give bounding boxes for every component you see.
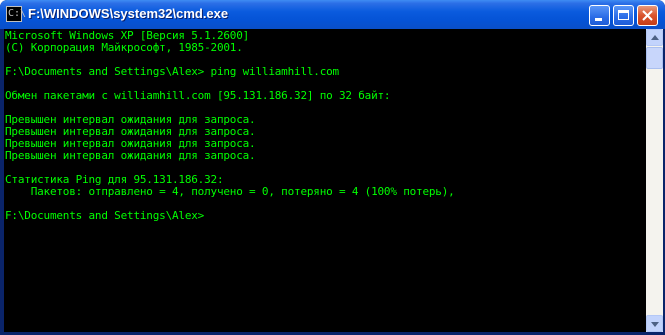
close-icon: [642, 10, 653, 21]
console-frame: Microsoft Windows XP [Версия 5.1.2600] (…: [3, 29, 663, 332]
cmd-window: C:\ F:\WINDOWS\system32\cmd.exe Microsof…: [0, 0, 665, 335]
maximize-icon: [618, 10, 629, 20]
minimize-button[interactable]: [589, 5, 610, 26]
cmd-icon-glyph: C:\: [8, 8, 27, 19]
maximize-button[interactable]: [613, 5, 634, 26]
console-line: F:\Documents and Settings\Alex> ping wil…: [5, 65, 339, 78]
window-title: F:\WINDOWS\system32\cmd.exe: [28, 6, 229, 21]
arrow-up-icon: [651, 35, 659, 40]
console-output[interactable]: Microsoft Windows XP [Версия 5.1.2600] (…: [4, 29, 645, 332]
scroll-up-button[interactable]: [646, 29, 663, 46]
console-line: Превышен интервал ожидания для запроса.: [5, 149, 256, 162]
close-button[interactable]: [637, 5, 658, 26]
scrollbar-thumb[interactable]: [646, 47, 663, 69]
arrow-down-icon: [651, 322, 659, 327]
scroll-down-button[interactable]: [646, 315, 663, 332]
console-line: (С) Корпорация Майкрософт, 1985-2001.: [5, 41, 243, 54]
cmd-icon[interactable]: C:\: [6, 6, 26, 22]
console-prompt[interactable]: F:\Documents and Settings\Alex>: [5, 210, 204, 222]
title-bar[interactable]: C:\ F:\WINDOWS\system32\cmd.exe: [0, 0, 665, 29]
console-line: Пакетов: отправлено = 4, получено = 0, п…: [5, 185, 455, 198]
vertical-scrollbar[interactable]: [646, 29, 663, 332]
console-line: Обмен пакетами с williamhill.com [95.131…: [5, 89, 391, 102]
minimize-icon: [595, 18, 602, 21]
